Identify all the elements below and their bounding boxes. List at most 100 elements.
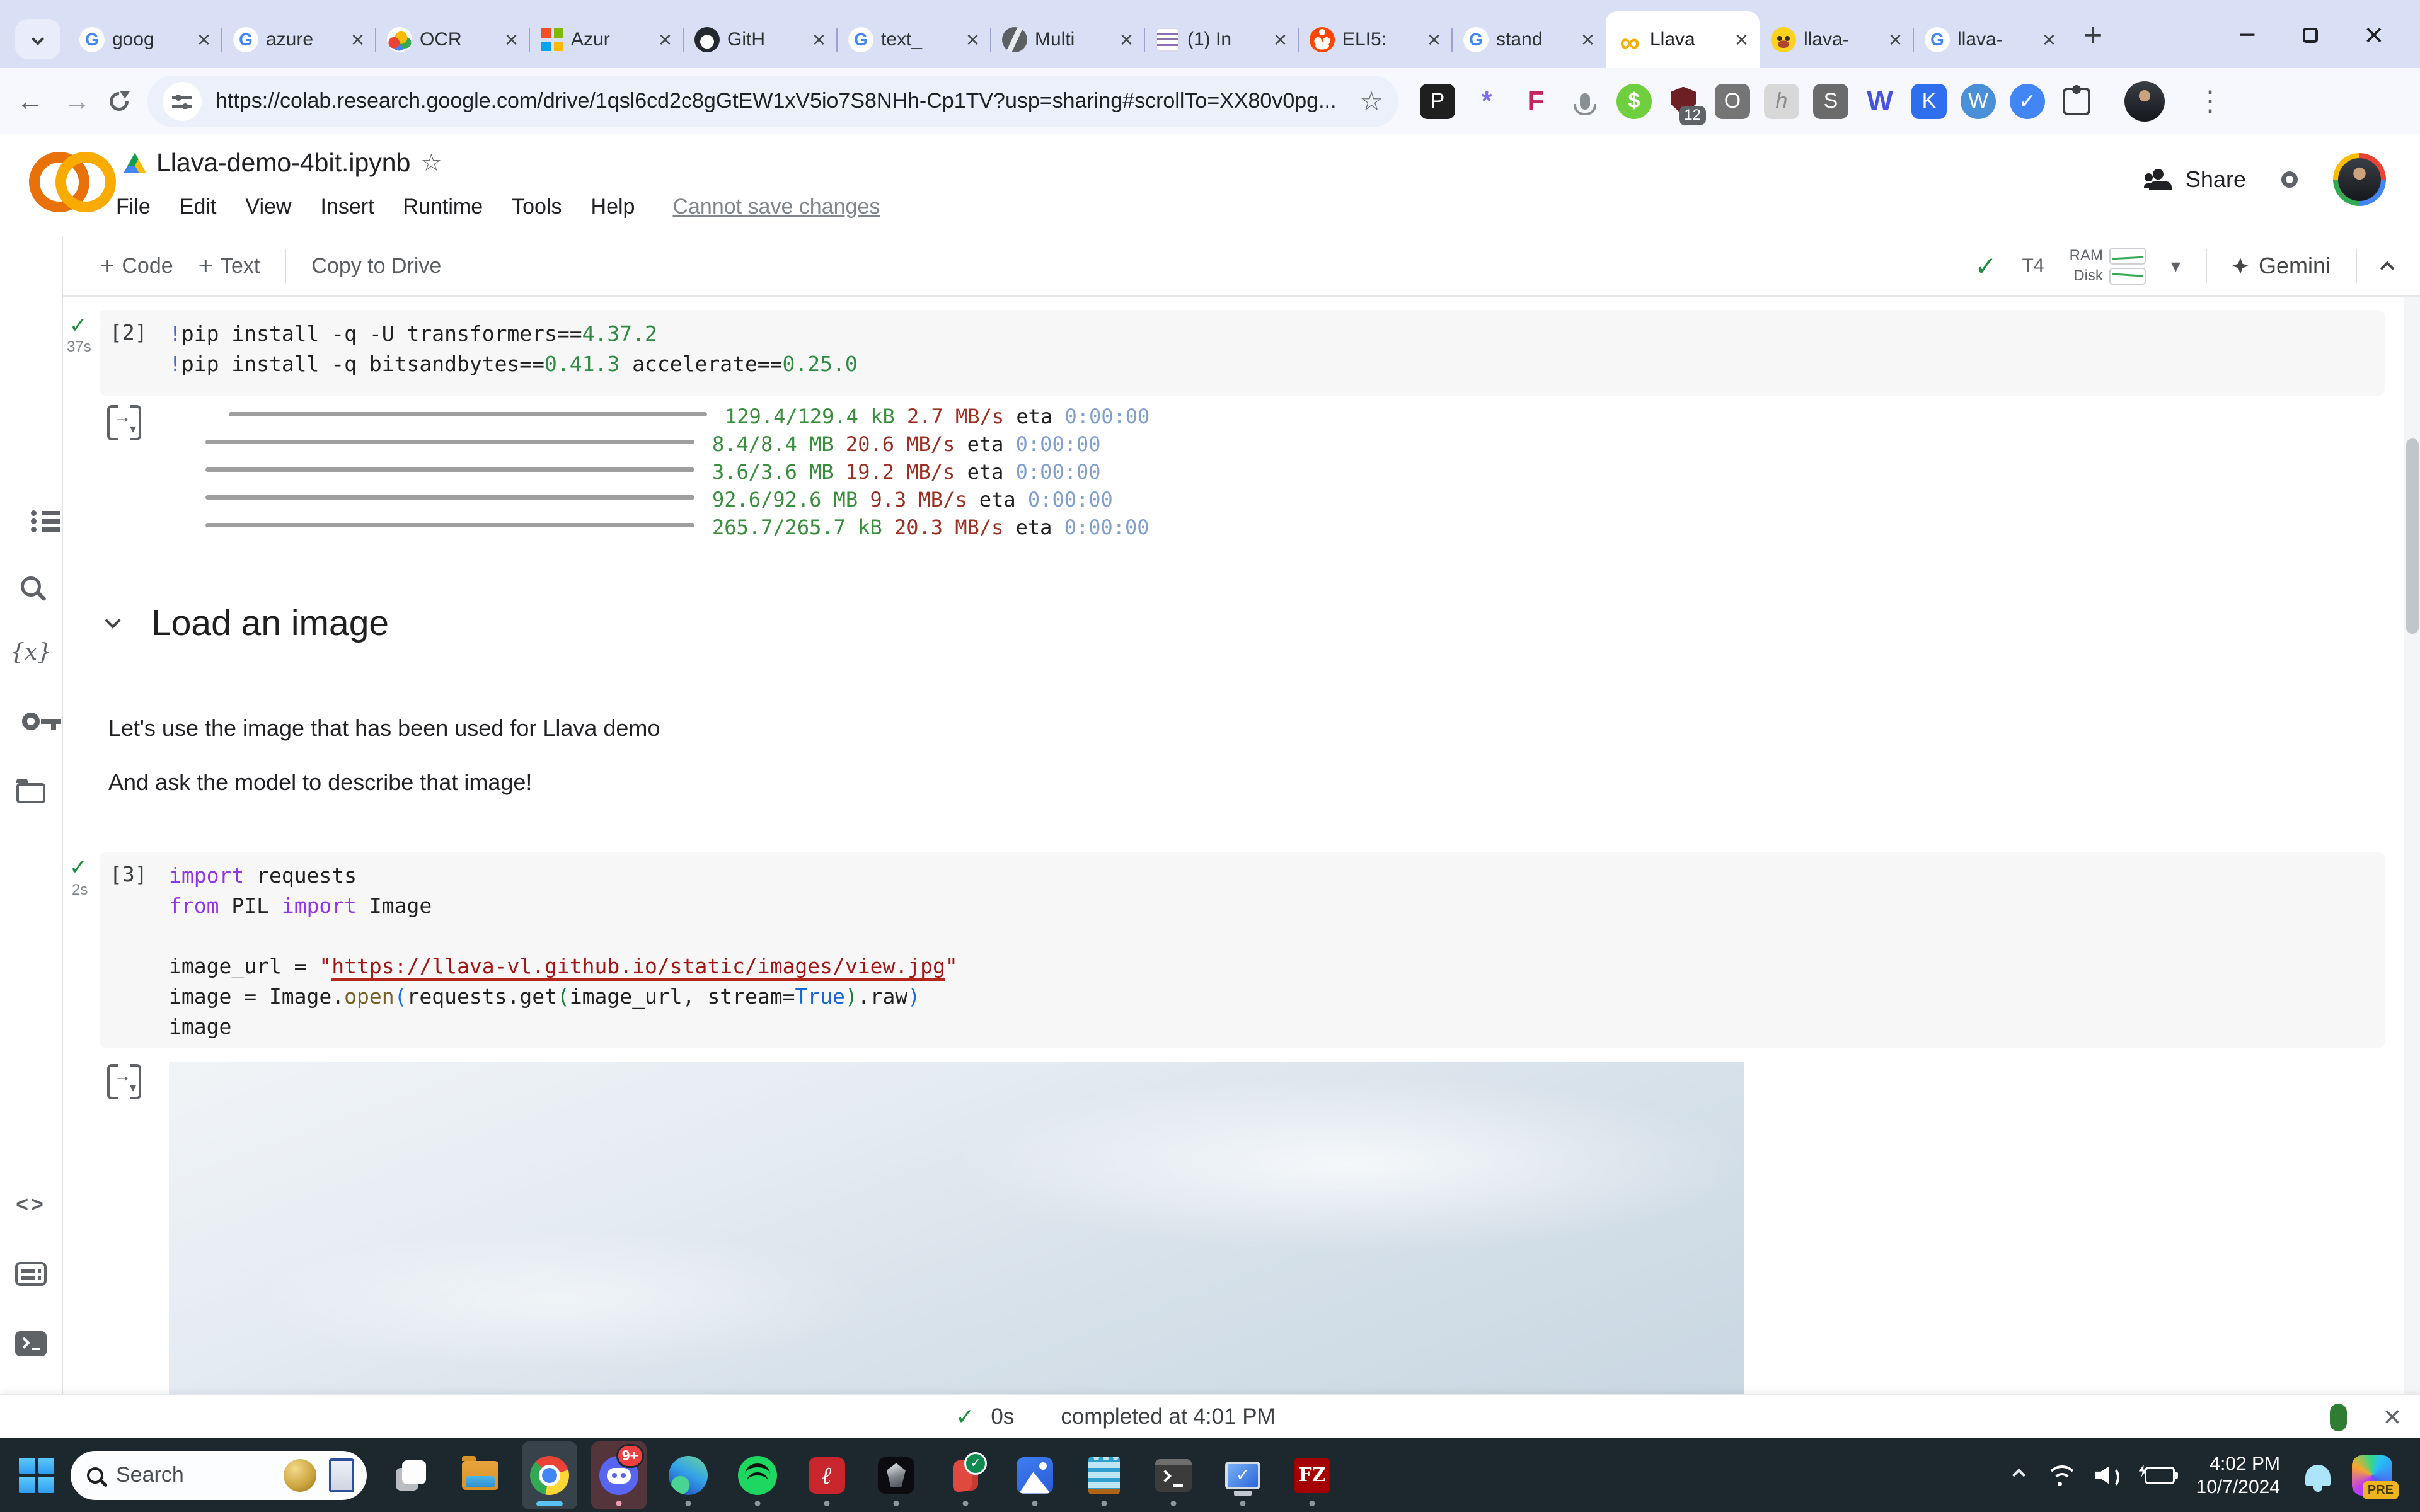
taskbar-app-filezilla[interactable]: [1284, 1441, 1340, 1509]
volume-icon[interactable]: [2095, 1464, 2123, 1487]
menu-edit[interactable]: Edit: [180, 195, 217, 219]
tab-close-button[interactable]: ×: [659, 28, 672, 51]
secrets-button[interactable]: [22, 713, 40, 730]
code-cell[interactable]: [2] !pip install -q -U transformers==4.3…: [100, 310, 2385, 396]
tab-close-button[interactable]: ×: [2043, 28, 2056, 51]
tab-close-button[interactable]: ×: [197, 28, 210, 51]
browser-tab[interactable]: Gstand×: [1452, 11, 1606, 68]
tab-close-button[interactable]: ×: [1427, 28, 1441, 51]
tab-close-button[interactable]: ×: [1274, 28, 1287, 51]
files-button[interactable]: [16, 778, 45, 803]
save-status-link[interactable]: Cannot save changes: [672, 195, 880, 219]
tab-close-button[interactable]: ×: [812, 28, 826, 51]
gemini-button[interactable]: Gemini: [2232, 253, 2331, 279]
cell-output-icon[interactable]: → ▾: [107, 405, 141, 435]
minimize-button[interactable]: −: [2238, 20, 2256, 50]
collapse-toolbar-chevron[interactable]: [2380, 261, 2395, 276]
browser-tab[interactable]: ELI5:×: [1298, 11, 1452, 68]
taskbar-app-explorer[interactable]: [452, 1441, 508, 1509]
menu-file[interactable]: File: [116, 195, 151, 219]
terminal-button[interactable]: [15, 1331, 47, 1356]
account-avatar[interactable]: [2333, 153, 2386, 206]
taskbar-app-obsidian[interactable]: [868, 1441, 924, 1509]
copilot-button[interactable]: PRE: [2352, 1455, 2392, 1496]
browser-tab[interactable]: GitH×: [683, 11, 837, 68]
w-red-extension[interactable]: W: [1862, 84, 1898, 119]
battery-charging-icon[interactable]: [2145, 1467, 2175, 1484]
tab-close-button[interactable]: ×: [966, 28, 979, 51]
add-text-cell-button[interactable]: + Text: [199, 253, 260, 278]
browser-tab[interactable]: Multi×: [991, 11, 1144, 68]
tab-search-button[interactable]: [15, 19, 60, 59]
wifi-icon[interactable]: [2045, 1464, 2074, 1487]
tray-overflow-chevron-icon[interactable]: [2012, 1469, 2025, 1482]
runtime-dropdown-caret[interactable]: ▾: [2171, 255, 2181, 277]
browser-menu-button[interactable]: ⋮: [2196, 85, 2224, 117]
back-button[interactable]: ←: [16, 88, 44, 115]
menu-view[interactable]: View: [245, 195, 291, 219]
k-extension[interactable]: K: [1911, 84, 1947, 119]
search-highlight-plaque-image[interactable]: [329, 1458, 354, 1492]
resource-monitor[interactable]: RAM Disk: [2070, 247, 2146, 285]
browser-tab[interactable]: Ggoog×: [68, 11, 222, 68]
scrollbar-thumb[interactable]: [2406, 438, 2419, 634]
taskbar-app-taskview[interactable]: [383, 1441, 439, 1509]
taskbar-app-chrome[interactable]: [522, 1441, 577, 1509]
browser-tab[interactable]: (1) In×: [1144, 11, 1298, 68]
browser-tab[interactable]: Azur×: [529, 11, 683, 68]
window-close-button[interactable]: ×: [2365, 19, 2383, 52]
taskbar-search-box[interactable]: Search: [71, 1451, 367, 1500]
code-cell[interactable]: [3] import requestsfrom PIL import Image…: [100, 852, 2385, 1048]
code-editor[interactable]: !pip install -q -U transformers==4.37.2!…: [169, 319, 2372, 379]
browser-tab[interactable]: Gtext_×: [837, 11, 991, 68]
figma-extension[interactable]: F: [1518, 84, 1553, 119]
taskbar-app-spotify[interactable]: [730, 1441, 785, 1509]
share-button[interactable]: Share: [2143, 166, 2246, 193]
code-editor[interactable]: import requestsfrom PIL import Image ima…: [169, 861, 2372, 1042]
forward-button[interactable]: →: [63, 88, 91, 115]
browser-tab[interactable]: Gllava-×: [1913, 11, 2067, 68]
tab-close-button[interactable]: ×: [1581, 28, 1594, 51]
p-extension[interactable]: P: [1420, 84, 1455, 119]
site-settings-chip[interactable]: [163, 82, 202, 121]
command-palette-button[interactable]: [15, 1262, 47, 1286]
tab-close-button[interactable]: ×: [505, 28, 518, 51]
taskbar-app-pcmanager[interactable]: [1215, 1441, 1270, 1509]
browser-profile-avatar[interactable]: [2124, 81, 2165, 122]
tab-close-button[interactable]: ×: [1889, 28, 1902, 51]
mic-extension[interactable]: [1567, 84, 1603, 119]
browser-tab[interactable]: OCR×: [376, 11, 529, 68]
collapse-section-chevron[interactable]: [105, 612, 120, 628]
notebook-scrollbar[interactable]: [2404, 297, 2420, 1394]
o-extension[interactable]: O: [1715, 84, 1750, 119]
menu-insert[interactable]: Insert: [320, 195, 374, 219]
settings-gear-icon[interactable]: [2281, 171, 2298, 188]
taskbar-app-acrobat[interactable]: [799, 1441, 855, 1509]
tab-close-button[interactable]: ×: [1120, 28, 1133, 51]
copy-to-drive-button[interactable]: Copy to Drive: [311, 254, 441, 278]
puzzle-extension[interactable]: [2059, 84, 2094, 119]
tab-close-button[interactable]: ×: [1735, 28, 1748, 51]
add-code-cell-button[interactable]: + Code: [100, 253, 173, 278]
new-tab-button[interactable]: +: [2083, 16, 2102, 54]
taskbar-app-notepad[interactable]: [1076, 1441, 1132, 1509]
variables-button[interactable]: {x}: [10, 639, 52, 665]
browser-tab[interactable]: llava-×: [1760, 11, 1913, 68]
check-extension[interactable]: ✓: [2010, 84, 2045, 119]
bookmark-star-icon[interactable]: ☆: [1359, 86, 1383, 117]
start-button[interactable]: [19, 1458, 54, 1493]
find-replace-button[interactable]: [21, 576, 41, 597]
w-blue-extension[interactable]: W: [1961, 84, 1996, 119]
address-bar[interactable]: https://colab.research.google.com/drive/…: [147, 76, 1398, 127]
money-extension[interactable]: $: [1616, 84, 1652, 119]
taskbar-app-checkapp[interactable]: [938, 1441, 993, 1509]
browser-tab[interactable]: Gazure×: [222, 11, 376, 68]
taskbar-app-edge[interactable]: [660, 1441, 716, 1509]
notebook-title[interactable]: Llava-demo-4bit.ipynb: [156, 148, 410, 178]
maximize-restore-button[interactable]: [2303, 28, 2318, 43]
h-extension[interactable]: h: [1764, 84, 1799, 119]
browser-tab[interactable]: ∞Llava×: [1606, 11, 1760, 68]
status-close-button[interactable]: ×: [2383, 1400, 2401, 1435]
taskbar-app-photos[interactable]: [1007, 1441, 1063, 1509]
taskbar-app-discord[interactable]: 9+: [591, 1441, 647, 1509]
